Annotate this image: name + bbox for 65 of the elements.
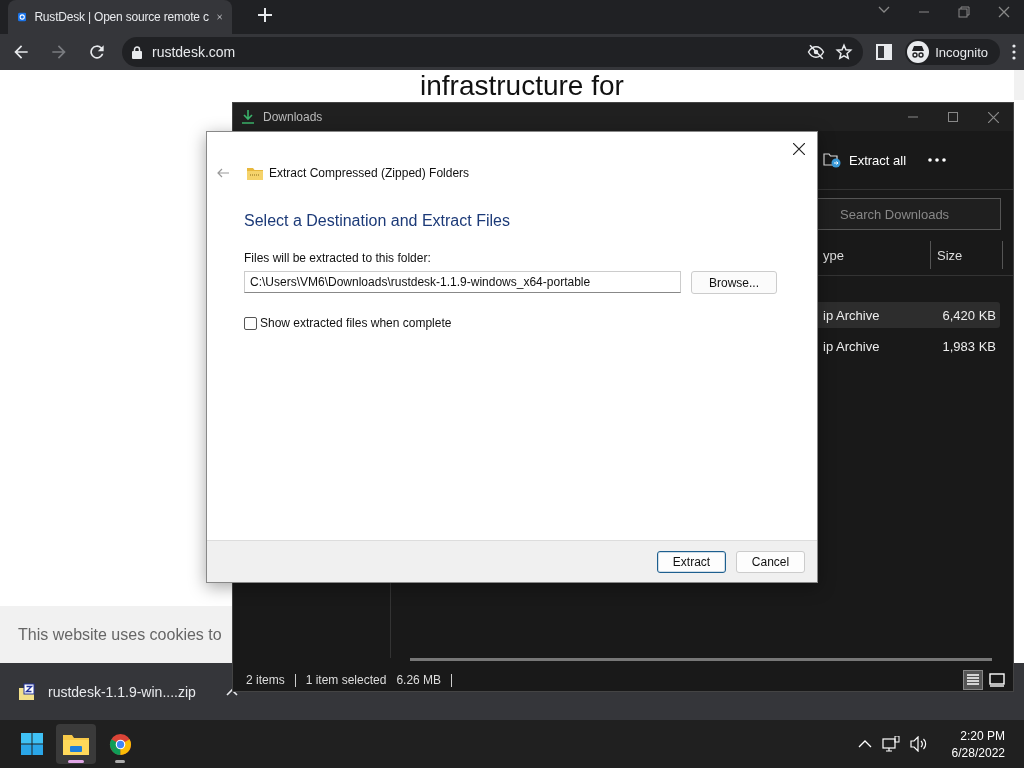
incognito-icon [907, 41, 930, 63]
table-cell: 6,420 KB [942, 307, 996, 323]
search-field[interactable]: Search Downloads [815, 198, 1001, 230]
maximize-icon [948, 111, 958, 122]
status-text: 2 items [246, 673, 285, 687]
browser-logo-icon [108, 732, 132, 756]
clock-date: 6/28/2022 [951, 745, 1005, 760]
close-icon [988, 111, 999, 123]
dialog-button[interactable]: Extract [657, 550, 726, 573]
preview-pane-icon [989, 673, 1005, 687]
eye-slash-icon [807, 43, 826, 61]
table-cell: ip Archive [823, 338, 880, 354]
list-view-icon [966, 673, 980, 687]
dialog-heading: Select a Destination and Extract Files [244, 212, 511, 230]
checkbox[interactable] [244, 316, 257, 330]
download-file-name[interactable]: rustdesk-1.1.9-win....zip [48, 683, 196, 700]
file-row[interactable]: ip Archive 1,983 KB [815, 333, 1000, 359]
download-icon [241, 110, 255, 124]
dialog-button[interactable]: Cancel [736, 550, 805, 573]
extract-all-button[interactable]: Extract all [823, 148, 907, 172]
reload-icon [87, 42, 107, 62]
zipped-folder-icon [247, 166, 263, 180]
field-label: Files will be extracted to this folder: [244, 251, 432, 265]
caret-up-icon [225, 687, 238, 696]
browser-tab[interactable]: RustDesk | Open source remote c [8, 0, 232, 34]
zip-file-icon [18, 682, 36, 701]
destination-path-field[interactable]: C:\Users\VM6\Downloads\rustdesk-1.1.9-windows_x64-portable [244, 271, 681, 293]
scrollbar[interactable] [1014, 70, 1024, 100]
lock-icon [132, 45, 142, 59]
page-headline: infrastructure for [420, 70, 625, 101]
taskbar-app[interactable] [56, 724, 96, 764]
column-header[interactable]: Size [931, 241, 1003, 269]
file-row[interactable]: ip Archive 6,420 KB [815, 302, 1000, 328]
side-panel-icon [875, 43, 894, 61]
horizontal-scrollbar[interactable] [410, 658, 992, 661]
windows-logo-icon [21, 733, 43, 755]
network-icon [881, 736, 900, 752]
checkbox-label[interactable]: Show extracted files when complete [260, 316, 452, 330]
restore-icon [958, 6, 970, 18]
star-icon [835, 43, 854, 61]
close-icon [216, 12, 222, 22]
profile-button[interactable]: Incognito [905, 39, 1000, 65]
back-arrow-icon [217, 168, 229, 178]
close-icon [998, 6, 1010, 18]
volume-icon [909, 736, 928, 752]
menu-icon [1012, 44, 1016, 60]
view-toggle-button[interactable] [963, 670, 983, 690]
more-options-icon [928, 158, 947, 162]
dialog-title: Extract Compressed (Zipped) Folders [269, 166, 470, 180]
folder-arrow-icon [823, 152, 841, 168]
close-icon [793, 143, 805, 155]
clock-time: 2:20 PM [960, 728, 1005, 743]
view-toggle-button[interactable] [987, 670, 1007, 690]
folder-icon [63, 733, 89, 755]
browse-button[interactable]: Browse... [691, 271, 777, 294]
caret-up-icon [857, 740, 872, 748]
url-text: rustdesk.com [152, 44, 236, 60]
address-bar[interactable]: rustdesk.com [122, 37, 864, 67]
chevron-down-icon [878, 6, 890, 14]
table-cell: 1,983 KB [942, 338, 996, 354]
status-text: 1 item selected [305, 673, 387, 687]
status-text: 6.26 MB [396, 673, 442, 687]
window-title: Downloads [263, 110, 323, 124]
table-cell: ip Archive [823, 307, 880, 323]
new-tab-plus-icon [258, 8, 272, 22]
